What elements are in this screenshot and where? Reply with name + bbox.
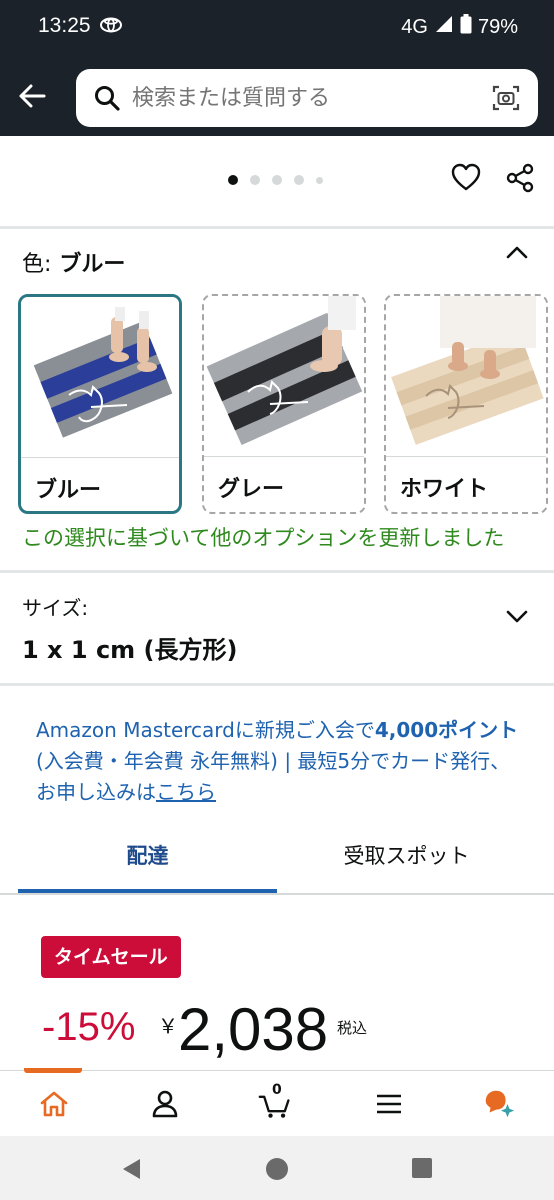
swatch-divider bbox=[21, 457, 179, 458]
status-bar: 13:25 4G 79% bbox=[0, 0, 554, 56]
carousel-dot[interactable] bbox=[272, 175, 282, 185]
chevron-down-icon[interactable] bbox=[504, 606, 530, 630]
swatch-divider bbox=[204, 456, 364, 457]
time-sale-badge: タイムセール bbox=[41, 936, 181, 978]
discount-percent: -15% bbox=[42, 1005, 136, 1049]
cart-count-badge: 0 bbox=[272, 1082, 282, 1098]
tab-delivery[interactable]: 配達 bbox=[18, 840, 277, 870]
color-option-name: グレー bbox=[218, 477, 285, 502]
carousel-dots[interactable] bbox=[228, 175, 323, 185]
status-time: 13:25 bbox=[38, 14, 91, 37]
color-option-name: ブルー bbox=[35, 478, 102, 503]
chevron-up-icon[interactable] bbox=[504, 243, 530, 267]
promo-points: 4,000ポイント bbox=[374, 718, 519, 742]
account-icon[interactable] bbox=[148, 1084, 182, 1124]
size-label: サイズ: bbox=[22, 596, 89, 620]
home-icon[interactable] bbox=[37, 1084, 71, 1124]
search-box[interactable] bbox=[76, 69, 538, 127]
back-button[interactable] bbox=[12, 76, 52, 116]
section-divider bbox=[0, 226, 554, 229]
mastercard-promo[interactable]: Amazon Mastercardに新規ご入会で4,000ポイント (入会費・年… bbox=[36, 715, 528, 808]
carrier-logo-icon bbox=[100, 17, 122, 37]
color-option-white[interactable]: ホワイト bbox=[384, 294, 548, 514]
system-back-icon[interactable] bbox=[120, 1157, 144, 1185]
product-image-white bbox=[386, 296, 546, 456]
color-option-name: ホワイト bbox=[400, 477, 489, 502]
search-icon bbox=[94, 85, 120, 115]
swatch-divider bbox=[386, 456, 546, 457]
network-type: 4G bbox=[401, 15, 428, 38]
tab-divider bbox=[0, 893, 554, 895]
tax-included-note: 税込 bbox=[337, 1019, 368, 1037]
promo-text-2: (入会費・年会費 永年無料) | 最短5分でカード発行、お申し込みは bbox=[36, 749, 511, 804]
carousel-dot[interactable] bbox=[250, 175, 260, 185]
active-nav-indicator bbox=[24, 1068, 82, 1073]
section-divider bbox=[0, 683, 554, 686]
color-selected-value: ブルー bbox=[59, 252, 126, 277]
carousel-dot[interactable] bbox=[316, 176, 323, 184]
carousel-dot[interactable] bbox=[294, 175, 304, 185]
arrow-left-icon bbox=[19, 84, 46, 108]
carousel-dot[interactable] bbox=[228, 175, 238, 185]
product-image-gray bbox=[204, 296, 364, 456]
color-selector-label: 色: ブルー bbox=[22, 246, 125, 278]
share-icon[interactable] bbox=[505, 163, 535, 197]
color-option-blue[interactable]: ブルー bbox=[18, 294, 182, 514]
selection-update-note: この選択に基づいて他のオプションを更新しました bbox=[22, 526, 505, 550]
search-input[interactable] bbox=[132, 69, 472, 127]
price-amount: 2,038 bbox=[178, 996, 329, 1063]
size-value[interactable]: 1 x 1 cm (長方形) bbox=[22, 630, 237, 665]
search-header bbox=[0, 56, 554, 136]
battery-icon bbox=[460, 14, 472, 40]
camera-icon[interactable] bbox=[492, 84, 520, 116]
color-label: 色: bbox=[22, 252, 52, 277]
system-recents-icon[interactable] bbox=[411, 1157, 433, 1183]
menu-icon[interactable] bbox=[372, 1084, 406, 1124]
rufus-ai-assistant-icon[interactable] bbox=[482, 1084, 516, 1124]
battery-percent: 79% bbox=[477, 15, 518, 38]
product-image-blue bbox=[21, 297, 179, 457]
currency-symbol: ￥ bbox=[158, 1014, 178, 1038]
signal-icon bbox=[434, 14, 454, 40]
color-option-gray[interactable]: グレー bbox=[202, 294, 366, 514]
section-divider bbox=[0, 570, 554, 573]
promo-link[interactable]: こちら bbox=[156, 780, 216, 804]
system-home-icon[interactable] bbox=[265, 1157, 289, 1185]
tab-pickup-spot[interactable]: 受取スポット bbox=[277, 840, 536, 870]
promo-text: Amazon Mastercardに新規ご入会で bbox=[36, 718, 375, 742]
wishlist-heart-icon[interactable] bbox=[451, 163, 481, 195]
